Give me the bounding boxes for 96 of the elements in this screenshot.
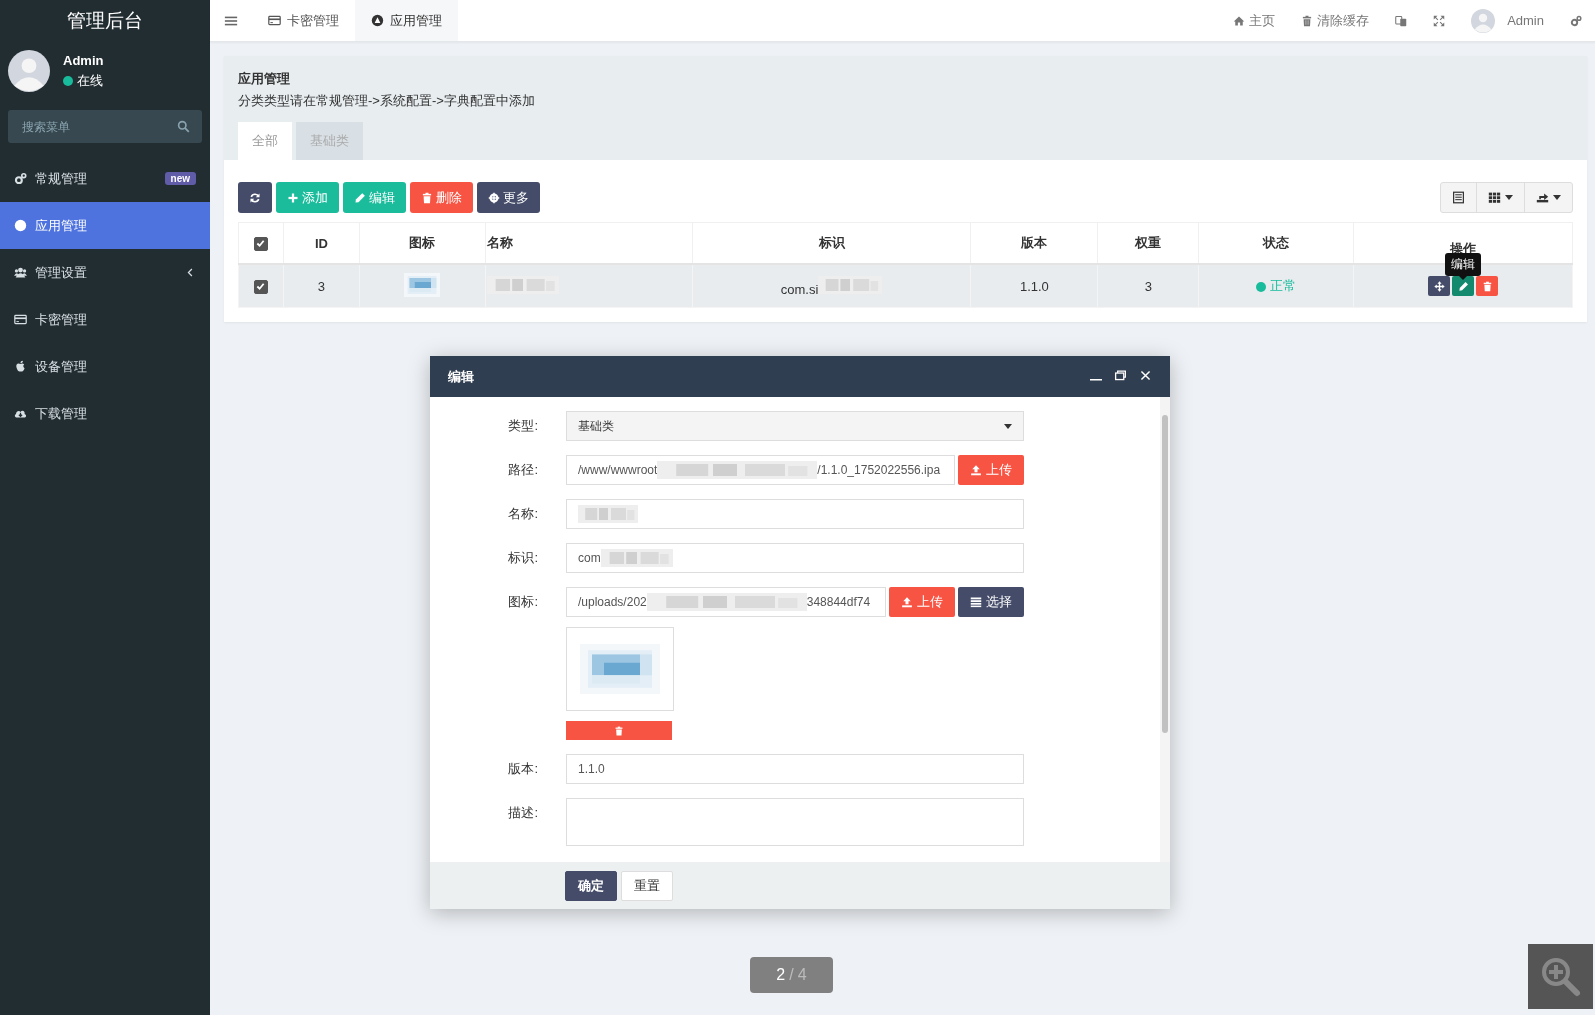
status-label: 正常	[1270, 278, 1297, 293]
input-field[interactable]	[566, 499, 1024, 529]
column-header: 名称	[486, 235, 513, 250]
translate-icon	[1395, 14, 1408, 27]
app-title: 管理后台	[66, 9, 144, 33]
table-cell: 1.1.0	[1019, 278, 1049, 294]
avatar-icon	[1471, 8, 1496, 33]
page-separator: /	[789, 966, 794, 984]
list-icon	[970, 596, 982, 608]
page-number: 2	[776, 966, 786, 984]
column-header: 标识	[818, 235, 845, 250]
page-total: 4	[797, 966, 807, 984]
caret-icon	[1553, 195, 1561, 200]
search-field[interactable]: 搜索菜单	[8, 110, 202, 143]
upload-icon	[901, 596, 913, 608]
user-menu[interactable]: Admin	[1458, 0, 1557, 41]
users-icon	[14, 266, 27, 279]
circle-icon	[371, 14, 384, 27]
user-name: Admin	[63, 52, 104, 68]
sidebar-item[interactable]: 应用管理	[0, 202, 210, 249]
trash-icon	[421, 191, 433, 204]
refresh-button[interactable]	[238, 182, 272, 213]
field-label: 图标:	[507, 593, 539, 611]
pencil-icon	[354, 191, 366, 204]
edit-button[interactable]	[1452, 276, 1475, 296]
sidebar-item[interactable]: 下载管理	[0, 390, 210, 437]
field-label: 标识:	[507, 549, 539, 567]
nav-tab[interactable]: 卡密管理	[252, 0, 355, 41]
column-header: ID	[314, 235, 328, 251]
toolbar-button[interactable]: 更多	[477, 182, 540, 213]
card-icon	[268, 14, 281, 27]
scrollbar[interactable]	[1160, 397, 1170, 862]
field-label: 路径:	[507, 461, 539, 479]
card-icon	[14, 313, 27, 326]
zoom-in-icon	[1539, 955, 1582, 998]
close-icon	[1139, 368, 1152, 382]
nav-link[interactable]: 清除缓存	[1288, 0, 1383, 41]
gear-icon	[488, 191, 500, 204]
column-header: 版本	[1021, 235, 1048, 250]
column-header: 图标	[409, 235, 436, 250]
trash-icon	[1301, 14, 1314, 27]
apple-icon	[14, 360, 27, 373]
plus-icon	[287, 191, 299, 204]
search-input[interactable]: 搜索菜单	[20, 118, 164, 135]
circle-icon	[14, 219, 27, 232]
table-cell: 3	[1144, 278, 1152, 294]
field-label: 版本:	[507, 760, 539, 778]
field-label: 名称:	[507, 505, 539, 523]
caret-icon	[1004, 423, 1012, 429]
checkbox[interactable]	[254, 236, 268, 251]
pencil-icon	[1457, 280, 1469, 292]
table-cell: 3	[317, 278, 326, 294]
home-icon	[1233, 14, 1246, 27]
sidebar-item[interactable]: 卡密管理	[0, 296, 210, 343]
nav-link[interactable]: 主页	[1220, 0, 1289, 41]
panel-description: 分类类型请在常规管理->系统配置->字典配置中添加	[238, 92, 536, 110]
column-header: 状态	[1263, 235, 1290, 250]
panel-title: 应用管理	[238, 70, 291, 88]
field-label: 类型:	[507, 417, 539, 435]
nav-tab[interactable]: 应用管理	[355, 0, 458, 41]
refresh-icon	[249, 191, 261, 204]
restore-icon	[1114, 368, 1127, 382]
upload-icon	[970, 464, 982, 476]
avatar-icon	[8, 50, 50, 92]
checkbox[interactable]	[254, 279, 268, 294]
grid-icon	[1488, 191, 1501, 204]
gears-icon	[14, 172, 27, 185]
confirm-button[interactable]: 确定	[565, 870, 617, 901]
select-field[interactable]: 基础类	[566, 411, 1024, 441]
input-field[interactable]: com	[566, 543, 1024, 573]
tooltip: 编辑	[1445, 253, 1482, 277]
choose-button[interactable]: 选择	[958, 587, 1024, 617]
sidebar-item[interactable]: 常规管理 new	[0, 155, 210, 202]
dialog-title: 编辑	[448, 367, 475, 386]
user-status: 在线	[77, 71, 103, 90]
drag-button[interactable]	[1428, 276, 1451, 296]
column-header: 权重	[1135, 235, 1162, 250]
sidebar-item[interactable]: 设备管理	[0, 343, 210, 390]
input-field[interactable]: /uploads/202 348844df74	[566, 587, 886, 617]
minimize-icon	[1090, 378, 1102, 381]
search-icon	[177, 120, 190, 133]
gears-icon	[1570, 14, 1582, 27]
reset-button[interactable]: 重置	[621, 870, 673, 901]
input-field[interactable]: 1.1.0	[566, 754, 1024, 784]
input-field[interactable]: /www/wwwroot /1.1.0_1752022556.ipa	[566, 455, 955, 485]
caret-icon	[1505, 195, 1513, 200]
new-badge: new	[164, 172, 196, 185]
export-icon	[1536, 191, 1549, 204]
fullscreen-icon	[1433, 14, 1446, 27]
move-icon	[1433, 280, 1445, 292]
table-view-icon	[1452, 191, 1465, 204]
sidebar-item[interactable]: 管理设置	[0, 249, 210, 296]
field-label: 描述:	[507, 804, 539, 822]
trash-icon	[1481, 280, 1493, 292]
table-cell: com.si	[780, 281, 819, 297]
trash-icon	[614, 725, 624, 736]
